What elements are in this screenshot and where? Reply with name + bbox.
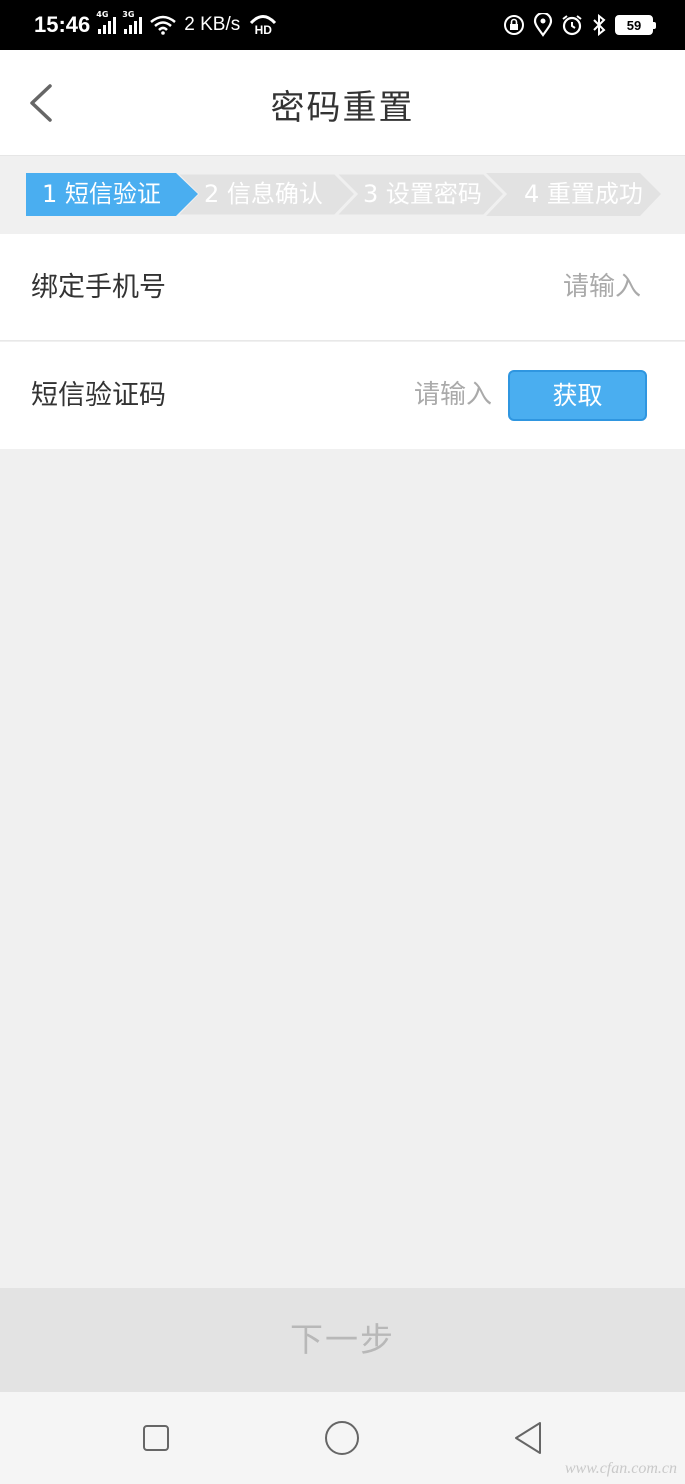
signal-3g-icon: 3G [122,10,143,34]
system-nav-bar: www.cfan.com.cn [0,1392,685,1484]
wifi-icon [150,15,177,35]
phone-input[interactable] [381,262,641,312]
step-1-label: 1 短信验证 [42,180,161,208]
location-icon [533,13,553,37]
step-2-label: 2 信息确认 [204,180,323,208]
watermark: www.cfan.com.cn [564,1460,677,1477]
page-title: 密码重置 [270,88,415,128]
lock-rotation-icon [504,15,524,35]
step-4-label: 4 重置成功 [524,180,643,208]
sms-label: 短信验证码 [31,380,166,411]
status-bar: 15:46 4G 3G 2 KB/s HD 59 [0,0,685,50]
bluetooth-icon [593,14,606,36]
square-recent-icon[interactable] [136,1418,176,1458]
get-code-button[interactable]: 获取 [508,370,647,421]
battery-icon: 59 [615,15,656,35]
status-right: 59 [503,13,656,37]
network-speed: 2 KB/s [184,14,241,35]
phone-label: 绑定手机号 [31,272,166,303]
phone-row: 绑定手机号 [0,234,685,341]
step-3-label: 3 设置密码 [363,180,482,208]
next-step-button[interactable]: 下一步 [0,1288,685,1392]
app-header: 密码重置 [0,50,685,156]
status-left: 15:46 4G 3G 2 KB/s HD [34,10,278,38]
sms-row: 短信验证码 获取 [0,342,685,449]
signal-4g-icon: 4G [96,10,117,34]
hd-call-icon: HD [248,14,278,36]
sms-code-input[interactable] [292,370,492,420]
status-time: 15:46 [34,12,91,37]
alarm-icon [562,15,582,36]
circle-home-icon[interactable] [322,1418,362,1458]
triangle-back-icon[interactable] [508,1418,548,1458]
